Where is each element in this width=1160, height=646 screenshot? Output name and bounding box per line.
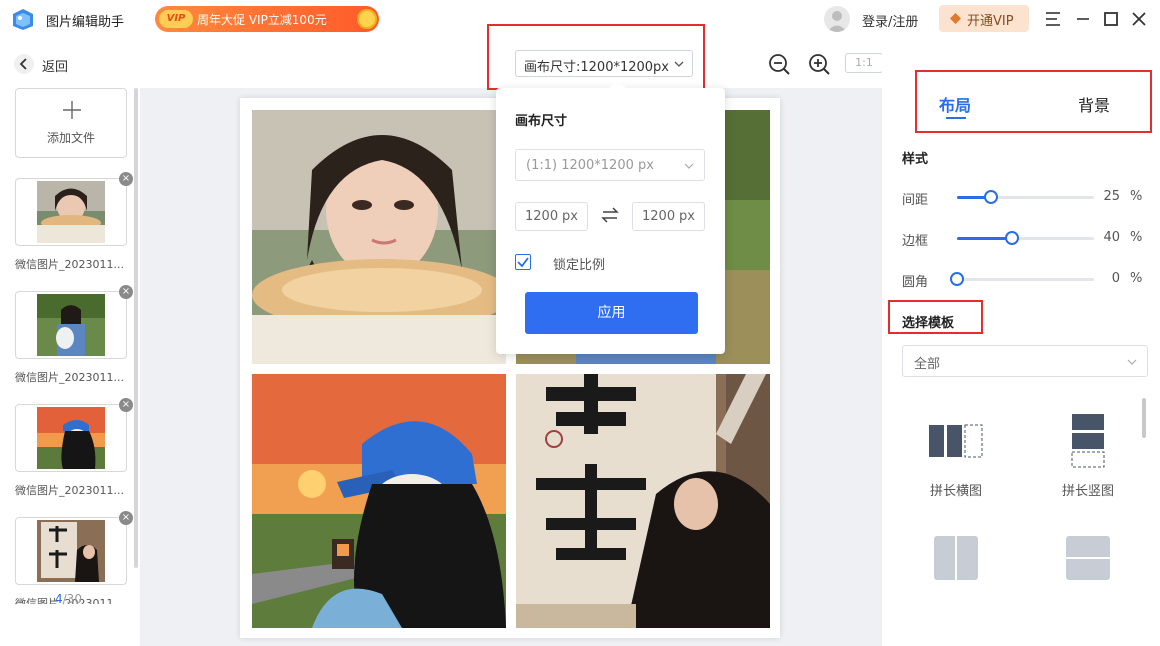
two-column-icon — [934, 536, 978, 580]
thumbnail-image — [37, 294, 105, 356]
file-thumbnail[interactable]: × — [15, 285, 133, 359]
horizontal-stitch-icon — [929, 424, 983, 458]
swap-icon[interactable] — [601, 206, 619, 224]
remove-file-icon[interactable]: × — [119, 172, 133, 186]
promo-banner[interactable]: VIP 周年大促 VIP立减100元 — [155, 6, 379, 32]
vertical-stitch-icon — [1071, 414, 1105, 468]
thumbnail-image — [37, 181, 105, 243]
collage-photo[interactable] — [516, 374, 770, 628]
user-icon — [827, 11, 847, 32]
template-name: 拼长竖图 — [1061, 484, 1114, 499]
size-preset-value: (1:1) 1200*1200 px — [526, 158, 654, 173]
coin-icon — [357, 9, 377, 29]
chevron-down-icon — [684, 163, 694, 169]
corner-radius-label: 圆角 — [902, 275, 929, 290]
style-section-title: 样式 — [902, 152, 929, 167]
template-name: 拼长横图 — [929, 484, 982, 499]
chevron-down-icon — [1127, 359, 1137, 365]
close-icon[interactable] — [1129, 9, 1149, 29]
back-label: 返回 — [42, 60, 69, 75]
border-label: 边框 — [902, 234, 929, 249]
avatar[interactable] — [824, 6, 850, 32]
template-horizontal-stitch[interactable]: 拼长横图 — [916, 400, 996, 500]
page-total: /30 — [62, 592, 82, 606]
page-counter: 4/30 — [55, 592, 82, 606]
file-thumbnail[interactable]: × — [15, 172, 133, 246]
promo-text: 周年大促 VIP立减100元 — [197, 13, 327, 27]
thumbnail-image — [37, 407, 105, 469]
app-name: 图片编辑助手 — [46, 15, 125, 30]
slider-fill — [957, 237, 1012, 240]
remove-file-icon[interactable]: × — [119, 511, 133, 525]
add-file-button[interactable]: 添加文件 — [15, 88, 127, 158]
check-icon — [517, 257, 529, 268]
spacing-slider[interactable] — [957, 190, 1094, 204]
popup-title: 画布尺寸 — [515, 114, 568, 129]
file-name: 微信图片_2023011... — [15, 258, 124, 271]
template-scrollbar[interactable] — [1142, 398, 1146, 438]
corner-radius-unit: % — [1130, 271, 1143, 286]
corner-radius-slider[interactable] — [950, 272, 1094, 286]
diamond-icon — [950, 13, 961, 24]
template-two-column[interactable] — [916, 520, 996, 620]
actual-size-button[interactable]: 1:1 — [845, 53, 883, 73]
maximize-icon[interactable] — [1101, 9, 1121, 29]
remove-file-icon[interactable]: × — [119, 398, 133, 412]
open-vip-label: 开通VIP — [967, 14, 1014, 29]
collage-photo[interactable] — [252, 374, 506, 628]
file-name: 微信图片_2023011... — [15, 484, 124, 497]
collage-photo[interactable] — [252, 110, 506, 364]
template-vertical-stitch[interactable]: 拼长竖图 — [1048, 400, 1128, 500]
width-value: 1200 — [525, 209, 559, 224]
back-circle — [14, 54, 34, 74]
height-unit: px — [679, 209, 695, 224]
page-current: 4 — [55, 592, 63, 606]
highlight-box — [888, 300, 983, 334]
template-filter-value: 全部 — [914, 357, 941, 372]
width-input[interactable]: 1200 px — [515, 202, 588, 231]
file-name: 微信图片_2023011... — [15, 371, 124, 384]
menu-icon[interactable] — [1043, 9, 1063, 29]
height-input[interactable]: 1200 px — [632, 202, 705, 231]
two-row-icon — [1066, 536, 1110, 580]
slider-handle[interactable] — [1004, 231, 1019, 245]
highlight-box — [487, 24, 705, 90]
login-link[interactable]: 登录/注册 — [862, 11, 918, 30]
border-value: 40 — [1103, 230, 1120, 245]
height-value: 1200 — [642, 209, 676, 224]
minimize-icon[interactable] — [1073, 9, 1093, 29]
apply-button[interactable]: 应用 — [525, 292, 698, 334]
file-panel: 返回 添加文件 × 微信图片_2023011... × 微信图片_2023011… — [0, 40, 140, 646]
spacing-value: 25 — [1103, 189, 1120, 204]
width-unit: px — [562, 209, 578, 224]
spacing-unit: % — [1130, 189, 1143, 204]
file-thumbnail[interactable]: × — [15, 511, 133, 585]
size-preset-dropdown[interactable]: (1:1) 1200*1200 px — [515, 149, 705, 181]
template-filter-dropdown[interactable]: 全部 — [902, 345, 1148, 377]
highlight-box — [915, 70, 1152, 133]
app-logo-icon — [13, 9, 33, 30]
open-vip-button[interactable]: 开通VIP — [939, 5, 1029, 32]
remove-file-icon[interactable]: × — [119, 285, 133, 299]
chevron-left-icon — [19, 58, 27, 70]
zoom-out-icon[interactable] — [768, 53, 790, 75]
canvas-size-popup: 画布尺寸 (1:1) 1200*1200 px 1200 px 1200 px … — [496, 79, 725, 354]
zoom-in-icon[interactable] — [808, 53, 830, 75]
file-list-scrollbar[interactable] — [134, 88, 138, 568]
slider-handle[interactable] — [950, 272, 964, 286]
template-two-row[interactable] — [1048, 520, 1128, 620]
spacing-label: 间距 — [902, 193, 929, 208]
lock-ratio-label: 锁定比例 — [553, 258, 606, 273]
border-unit: % — [1130, 230, 1143, 245]
vip-badge: VIP — [159, 10, 193, 28]
border-slider[interactable] — [957, 231, 1094, 245]
thumbnail-image — [37, 520, 105, 582]
file-thumbnail[interactable]: × — [15, 398, 133, 472]
add-file-label: 添加文件 — [46, 131, 95, 145]
corner-radius-value: 0 — [1111, 271, 1120, 286]
plus-icon — [63, 101, 81, 119]
lock-ratio-checkbox[interactable] — [515, 254, 531, 270]
